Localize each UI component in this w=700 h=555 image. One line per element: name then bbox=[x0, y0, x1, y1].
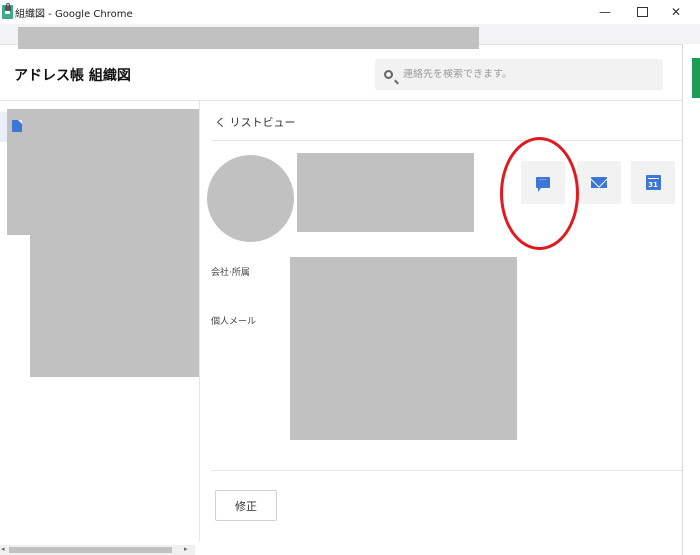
document-icon bbox=[12, 120, 22, 132]
mail-icon bbox=[591, 177, 607, 188]
maximize-button[interactable] bbox=[627, 2, 657, 22]
avatar bbox=[207, 155, 294, 242]
minimize-button[interactable]: — bbox=[590, 2, 620, 22]
adjacent-window-edge bbox=[682, 44, 700, 555]
detail-top-divider bbox=[211, 140, 683, 141]
sidebar-divider bbox=[199, 101, 200, 541]
close-button[interactable]: ✕ bbox=[661, 2, 691, 22]
redacted-url bbox=[18, 27, 479, 49]
calendar-icon: 31 bbox=[645, 175, 661, 190]
maximize-icon bbox=[636, 7, 648, 17]
page-title: アドレス帳 組織図 bbox=[14, 68, 131, 84]
search-input[interactable] bbox=[403, 69, 643, 80]
company-label: 会社·所属 bbox=[211, 268, 250, 278]
mail-button[interactable] bbox=[577, 161, 621, 204]
scrollbar-thumb[interactable] bbox=[9, 547, 172, 553]
personal-email-label: 個人メール bbox=[211, 317, 257, 327]
adjacent-window-accent bbox=[692, 58, 700, 98]
window-title: 組織図 - Google Chrome bbox=[15, 9, 133, 20]
calendar-button[interactable]: 31 bbox=[631, 161, 675, 204]
redacted-contact-name bbox=[297, 153, 474, 232]
header-divider bbox=[0, 100, 682, 101]
search-box[interactable] bbox=[375, 59, 663, 90]
detail-bottom-divider bbox=[211, 470, 683, 471]
chat-button[interactable]: ··· bbox=[521, 161, 565, 204]
search-icon bbox=[384, 70, 393, 79]
lock-icon bbox=[5, 3, 11, 11]
redacted-field-values bbox=[290, 257, 517, 440]
list-view-back-link[interactable]: く リストビュー bbox=[215, 114, 296, 130]
redacted-tree-list bbox=[30, 109, 199, 377]
edit-button[interactable]: 修正 bbox=[215, 490, 277, 521]
scroll-left-arrow-icon[interactable]: ◂ bbox=[1, 545, 5, 553]
chat-bubble-icon: ··· bbox=[536, 177, 550, 192]
scroll-right-arrow-icon[interactable]: ▸ bbox=[184, 545, 188, 553]
